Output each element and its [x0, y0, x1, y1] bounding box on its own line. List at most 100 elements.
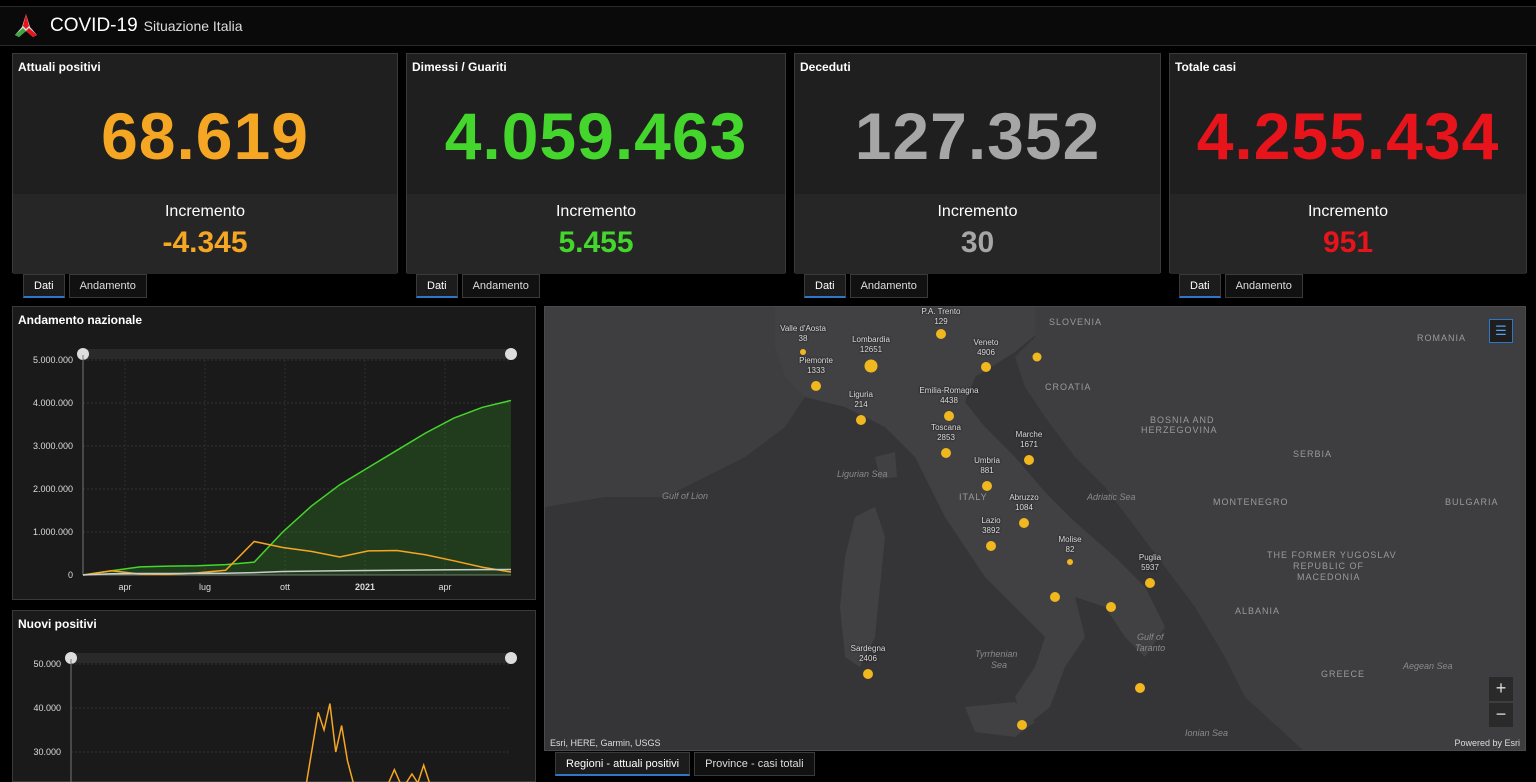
app-subtitle: Situazione Italia: [143, 18, 243, 34]
x-tick-label: apr: [438, 582, 451, 592]
y-tick-label: 5.000.000: [33, 355, 73, 365]
zoom-in-button[interactable]: +: [1489, 677, 1513, 701]
card-attuali-positivi: Attuali positivi 68.619 Incremento -4.34…: [12, 53, 398, 274]
increment-label: Incremento: [937, 203, 1018, 220]
increment-value: 30: [960, 226, 995, 259]
region-dot[interactable]: [982, 481, 992, 491]
increment-label: Incremento: [164, 203, 246, 220]
region-dot[interactable]: [944, 411, 954, 421]
y-tick-label: 3.000.000: [33, 441, 73, 451]
card-title: Attuali positivi: [18, 60, 101, 74]
x-tick-label: ott: [280, 582, 291, 592]
y-tick-label: 50.000: [33, 659, 61, 669]
y-tick-label: 30.000: [33, 747, 61, 757]
region-label: Umbria 881: [974, 456, 1000, 475]
card-totale-casi: Totale casi 4.255.434 Incremento 951: [1169, 53, 1527, 274]
increment-label: Incremento: [1307, 203, 1389, 220]
card-value: 127.352: [854, 99, 1101, 173]
range-slider-handle: [505, 348, 517, 360]
region-dot[interactable]: [1019, 518, 1029, 528]
range-slider-track: [83, 349, 511, 359]
region-label: Molise 82: [1058, 535, 1082, 554]
card-value: 68.619: [101, 99, 309, 173]
card-dimessi-guariti: Dimessi / Guariti 4.059.463 Incremento 5…: [406, 53, 786, 274]
region-label: Valle d'Aosta 38: [780, 324, 826, 343]
card-tabs-4: Dati Andamento: [1179, 274, 1307, 298]
zoom-out-button[interactable]: −: [1489, 703, 1513, 727]
card-title: Totale casi: [1175, 60, 1237, 74]
y-tick-label: 1.000.000: [33, 527, 73, 537]
region-dot[interactable]: [1067, 559, 1073, 565]
tab-regioni[interactable]: Regioni - attuali positivi: [555, 752, 691, 776]
region-label: Lazio 3892: [981, 516, 1001, 535]
y-tick-label: 4.000.000: [33, 398, 73, 408]
map-credit: Esri, HERE, Garmin, USGS: [550, 738, 661, 748]
region-dot[interactable]: [1106, 602, 1116, 612]
nuovi-positivi-chart: 50.000 40.000 30.000: [33, 652, 517, 782]
region-dot[interactable]: [864, 359, 878, 373]
region-dot[interactable]: [936, 329, 946, 339]
range-slider-handle: [505, 652, 517, 664]
tab-andamento[interactable]: Andamento: [68, 274, 147, 298]
map-view[interactable]: SLOVENIA CROATIA BOSNIA AND HERZEGOVINA …: [544, 306, 1526, 751]
card-tabs-3: Dati Andamento: [804, 274, 932, 298]
card-tabs-1: Dati Andamento: [23, 274, 151, 298]
region-dot[interactable]: [863, 669, 873, 679]
increment-value: 5.455: [558, 226, 634, 259]
andamento-chart: 5.000.000 4.000.000 3.000.000 2.000.000 1.00…: [33, 348, 517, 592]
region-label: Puglia 5937: [1138, 553, 1162, 572]
tab-dati[interactable]: Dati: [416, 274, 458, 298]
card-deceduti: Deceduti 127.352 Incremento 30: [794, 53, 1161, 274]
region-label: Piemonte 1333: [799, 356, 833, 375]
region-label: Sardegna 2406: [850, 644, 886, 663]
tab-province[interactable]: Province - casi totali: [694, 752, 815, 776]
tab-dati[interactable]: Dati: [804, 274, 846, 298]
increment-label: Incremento: [555, 203, 637, 220]
app-header: COVID-19 Situazione Italia: [0, 6, 1536, 46]
card-tabs-2: Dati Andamento: [416, 274, 544, 298]
card-value: 4.059.463: [444, 99, 748, 173]
increment-value: 951: [1322, 226, 1374, 259]
region-dot[interactable]: [981, 362, 991, 372]
map-dots: [800, 329, 1155, 730]
card-title: Dimessi / Guariti: [412, 60, 507, 74]
region-dot[interactable]: [800, 349, 806, 355]
region-label: P.A. Trento 129: [921, 307, 961, 326]
map-powered-by[interactable]: Powered by Esri: [1454, 738, 1520, 748]
region-dot[interactable]: [1050, 592, 1060, 602]
card-title: Deceduti: [800, 60, 851, 74]
region-dot[interactable]: [1145, 578, 1155, 588]
region-dot[interactable]: [1017, 720, 1027, 730]
region-label: Lombardia 12651: [852, 335, 890, 354]
tab-andamento[interactable]: Andamento: [849, 274, 928, 298]
y-tick-label: 0: [68, 570, 73, 580]
region-dot[interactable]: [1024, 455, 1034, 465]
tab-dati[interactable]: Dati: [1179, 274, 1221, 298]
tab-dati[interactable]: Dati: [23, 274, 65, 298]
range-slider-track: [71, 653, 511, 663]
series-line: [305, 703, 431, 782]
region-dot[interactable]: [986, 541, 996, 551]
region-dot[interactable]: [856, 415, 866, 425]
region-dot[interactable]: [1135, 683, 1145, 693]
y-tick-label: 2.000.000: [33, 484, 73, 494]
app-title: COVID-19: [50, 15, 138, 36]
region-dot[interactable]: [811, 381, 821, 391]
region-label: Toscana 2853: [931, 423, 961, 442]
list-icon[interactable]: ☰: [1489, 319, 1513, 343]
region-label: Veneto 4906: [973, 338, 999, 357]
increment-value: -4.345: [162, 226, 248, 259]
tab-andamento[interactable]: Andamento: [461, 274, 540, 298]
x-tick-label: apr: [118, 582, 131, 592]
region-label: Liguria 214: [848, 390, 874, 409]
x-tick-label: lug: [199, 582, 211, 592]
y-tick-label: 40.000: [33, 703, 61, 713]
panel-nuovi-positivi: Nuovi positivi 50.000 40.000 30.000: [12, 610, 536, 782]
tab-andamento[interactable]: Andamento: [1224, 274, 1303, 298]
map-tabs: Regioni - attuali positivi Province - ca…: [555, 752, 819, 776]
region-dot[interactable]: [941, 448, 951, 458]
region-label: Abruzzo 1084: [1009, 493, 1039, 512]
italy-logo-icon: [15, 14, 37, 37]
panel-andamento-nazionale: Andamento nazionale 5.000.000 4.000.000 3.…: [12, 306, 536, 600]
region-dot[interactable]: [1032, 352, 1042, 362]
